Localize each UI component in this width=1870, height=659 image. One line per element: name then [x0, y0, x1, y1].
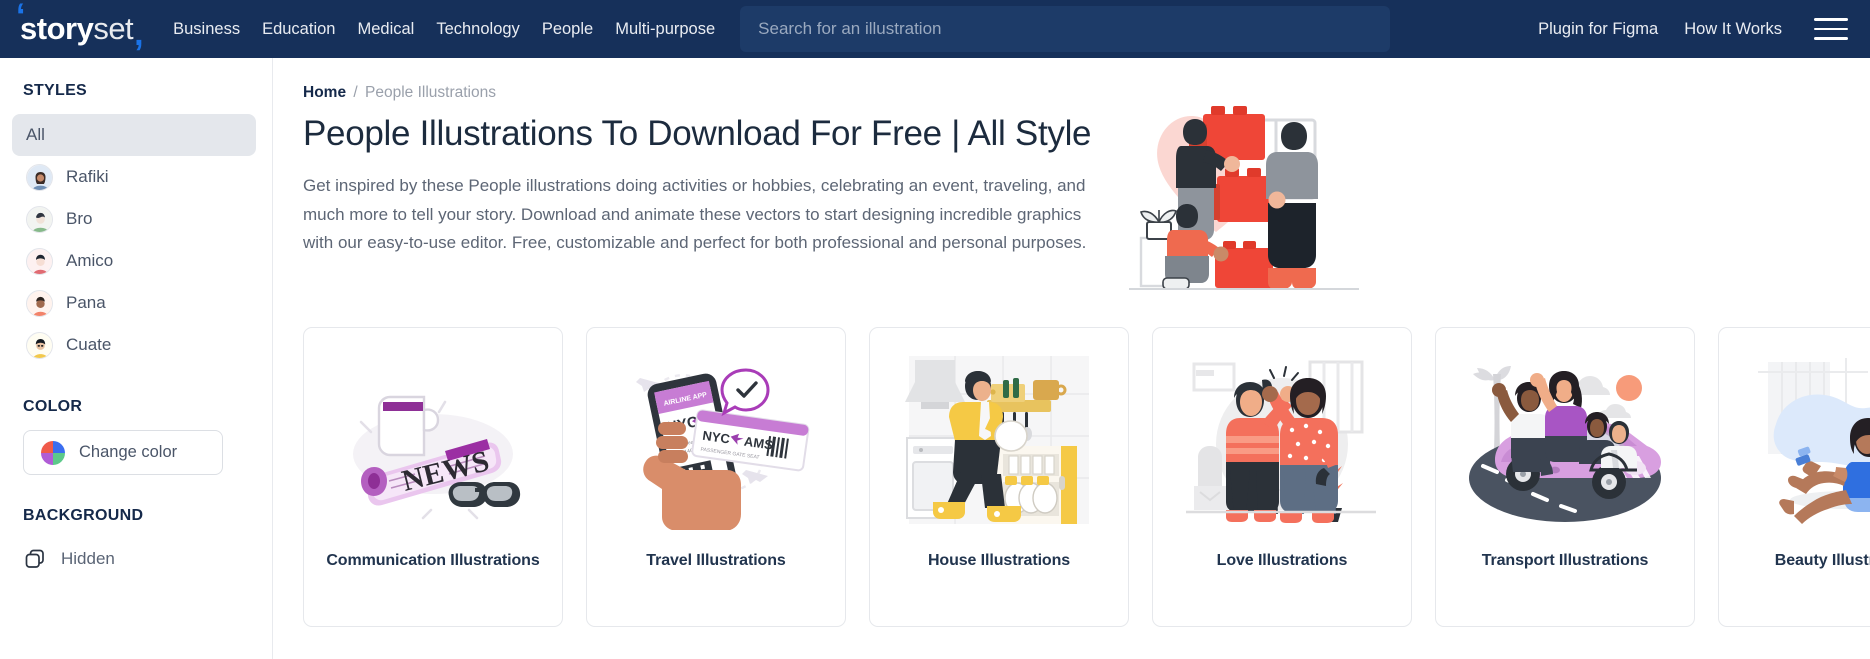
hamburger-bar [1814, 18, 1848, 21]
primary-navigation: Business Education Medical Technology Pe… [173, 20, 715, 39]
category-card-transport[interactable]: Transport Illustrations [1435, 327, 1695, 627]
search-box[interactable] [740, 6, 1391, 52]
category-card-grid: NEWS Communication Illustrations AIRLINE… [303, 327, 1870, 627]
hamburger-bar [1814, 37, 1848, 40]
woman-shaving-leg-icon [1742, 350, 1870, 530]
nav-item-multi-purpose[interactable]: Multi-purpose [615, 20, 715, 39]
change-color-button[interactable]: Change color [23, 430, 223, 475]
styles-heading: STYLES [23, 82, 88, 99]
man-loading-dishwasher-icon [893, 350, 1105, 530]
sidebar-item-label: All [26, 125, 45, 144]
nav-item-how-it-works[interactable]: How It Works [1684, 20, 1782, 39]
nav-item-education[interactable]: Education [262, 20, 335, 39]
breadcrumb-home[interactable]: Home [303, 84, 346, 101]
sidebar-item-label: Rafiki [66, 167, 109, 186]
page-header-row: Home / People Illustrations People Illus… [303, 84, 1870, 293]
category-card-love[interactable]: Love Illustrations [1152, 327, 1412, 627]
category-card-beauty[interactable]: Beauty Illustrations [1718, 327, 1870, 627]
page-intro: Home / People Illustrations People Illus… [303, 84, 1103, 258]
nav-item-medical[interactable]: Medical [357, 20, 414, 39]
logo-quote-open-icon: ‘ [16, 0, 25, 35]
card-label: Transport Illustrations [1481, 552, 1649, 569]
newspaper-coffee-glasses-icon: NEWS [327, 350, 539, 530]
sidebar-item-label: Pana [66, 293, 106, 312]
style-avatar-pana-icon [26, 289, 53, 317]
style-avatar-rafiki-icon [26, 163, 53, 191]
style-avatar-cuate-icon [26, 331, 53, 359]
sidebar-item-all[interactable]: All [12, 114, 256, 156]
category-card-house[interactable]: House Illustrations [869, 327, 1129, 627]
card-label: House Illustrations [927, 552, 1071, 569]
logo-text-story: story [20, 11, 94, 46]
change-color-label: Change color [79, 443, 178, 461]
convertible-car-friends-icon [1459, 350, 1671, 530]
sidebar-item-bro[interactable]: Bro [12, 198, 256, 240]
nav-item-business[interactable]: Business [173, 20, 240, 39]
storyset-logo[interactable]: ‘ story set , [14, 0, 144, 51]
style-avatar-amico-icon [26, 247, 53, 275]
filters-sidebar: STYLES All Rafiki Bro Amico Pana Cuate C… [0, 58, 273, 659]
nav-item-people[interactable]: People [542, 20, 593, 39]
sidebar-item-label: Cuate [66, 335, 112, 354]
category-card-travel[interactable]: AIRLINE APP NYC Gate Seat A12 14C [586, 327, 846, 627]
card-label: Beauty Illustrations [1774, 552, 1870, 569]
background-option-hidden[interactable]: Hidden [23, 539, 256, 579]
sidebar-item-rafiki[interactable]: Rafiki [12, 156, 256, 198]
sidebar-item-pana[interactable]: Pana [12, 282, 256, 324]
card-label: Travel Illustrations [646, 552, 786, 569]
nav-item-technology[interactable]: Technology [436, 20, 519, 39]
style-avatar-bro-icon [26, 205, 53, 233]
sidebar-item-cuate[interactable]: Cuate [12, 324, 256, 366]
background-heading: BACKGROUND [23, 507, 144, 524]
category-card-communication[interactable]: NEWS Communication Illustrations [303, 327, 563, 627]
nav-item-plugin-for-figma[interactable]: Plugin for Figma [1538, 20, 1658, 39]
breadcrumb-separator: / [353, 84, 358, 101]
site-header: ‘ story set , Business Education Medical… [0, 0, 1870, 58]
card-label: Communication Illustrations [326, 552, 540, 569]
logo-text-set: set [93, 11, 134, 46]
page-body: STYLES All Rafiki Bro Amico Pana Cuate C… [0, 58, 1870, 659]
sidebar-item-label: Amico [66, 251, 114, 270]
card-label: Love Illustrations [1216, 552, 1348, 569]
sidebar-item-amico[interactable]: Amico [12, 240, 256, 282]
background-option-label: Hidden [61, 549, 115, 568]
hero-illustration [1129, 88, 1359, 293]
page-description: Get inspired by these People illustratio… [303, 176, 1087, 253]
hamburger-menu-icon[interactable] [1814, 18, 1848, 40]
hamburger-bar [1814, 27, 1848, 31]
search-input[interactable] [758, 19, 1373, 39]
sidebar-item-label: Bro [66, 209, 93, 228]
header-right-links: Plugin for Figma How It Works [1538, 18, 1848, 40]
layers-icon [23, 547, 47, 571]
color-wheel-icon [41, 440, 65, 465]
breadcrumb-current: People Illustrations [365, 84, 496, 101]
hand-phone-boarding-pass-icon: AIRLINE APP NYC Gate Seat A12 14C [610, 350, 822, 530]
color-heading: COLOR [23, 398, 83, 415]
main-content: Home / People Illustrations People Illus… [273, 58, 1870, 659]
breadcrumb: Home / People Illustrations [303, 84, 1103, 102]
two-women-high-five-icon [1176, 350, 1388, 530]
page-title: People Illustrations To Download For Fre… [303, 114, 1092, 153]
